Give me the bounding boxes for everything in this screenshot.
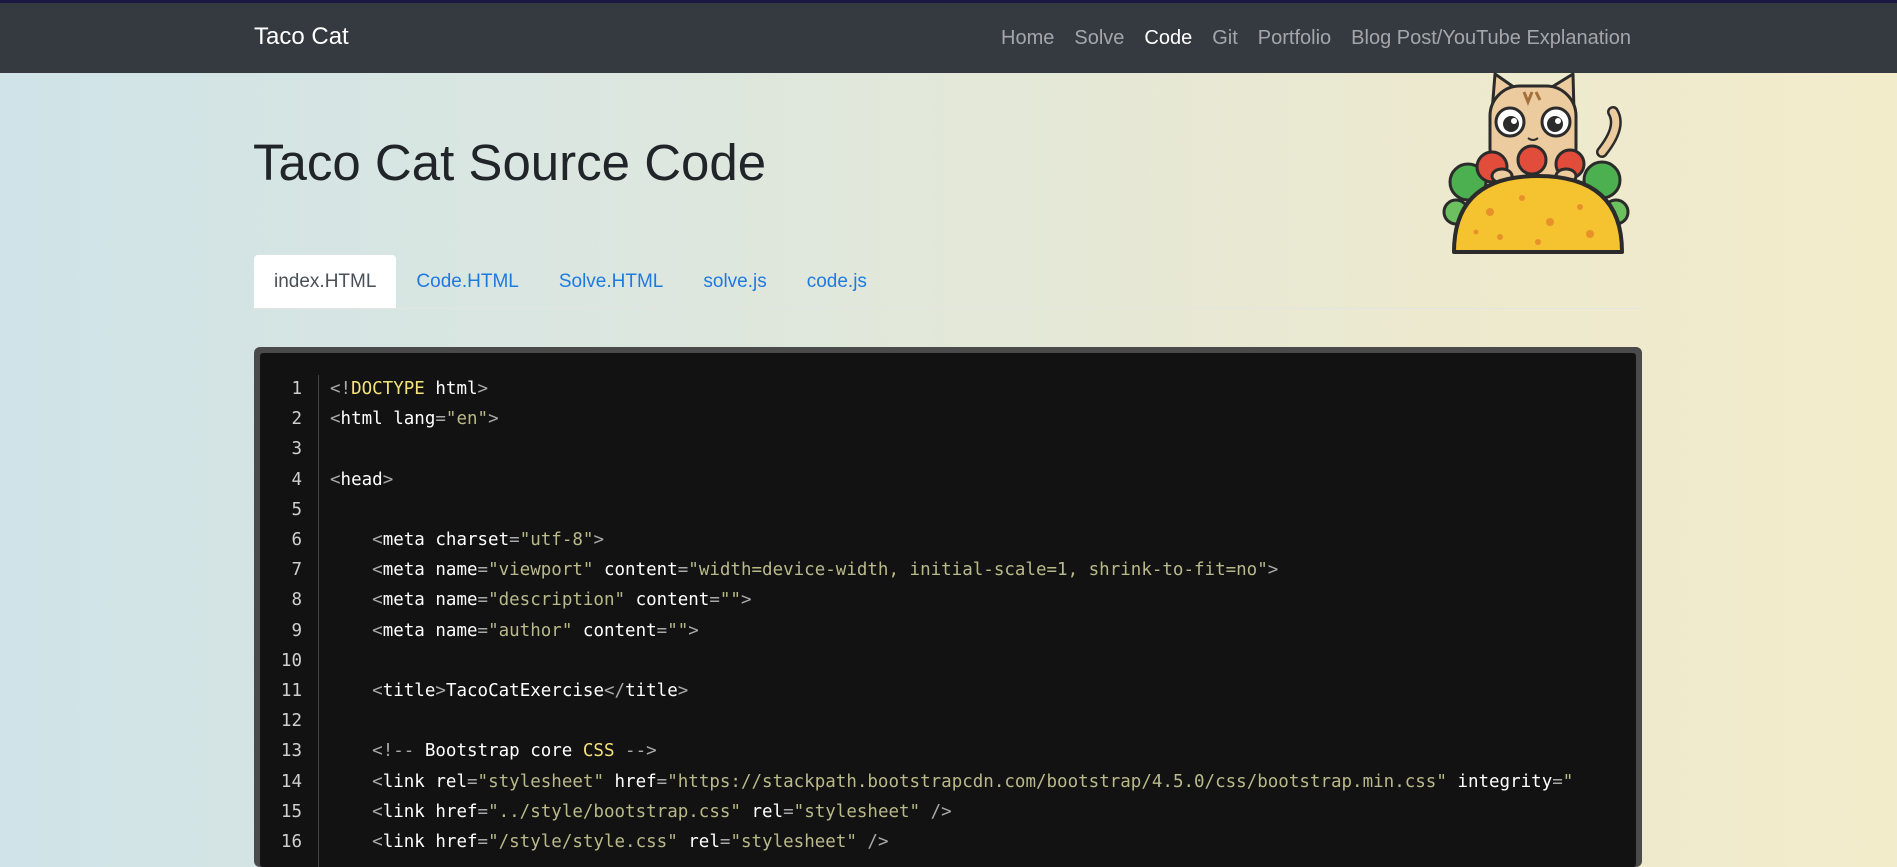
code-line: 15 <link href="../style/bootstrap.css" r… xyxy=(260,802,1636,832)
code-text: <meta charset="utf-8"> xyxy=(372,530,604,550)
line-number: 3 xyxy=(291,439,302,460)
code-text: <link href="../style/bootstrap.css" rel=… xyxy=(372,801,952,822)
code-text: <!DOCTYPE html> xyxy=(330,379,489,399)
nav-link-code[interactable]: Code xyxy=(1144,27,1192,50)
file-tabs: index.HTML Code.HTML Solve.HTML solve.js… xyxy=(254,255,1640,309)
code-line: 1 <!DOCTYPE html> xyxy=(260,379,1636,409)
navbar-brand[interactable]: Taco Cat xyxy=(254,23,349,51)
taco-cat-icon xyxy=(1442,72,1630,254)
tab-index-html[interactable]: index.HTML xyxy=(254,255,397,308)
line-number: 4 xyxy=(291,469,302,490)
code-line: 14 <link rel="stylesheet" href="https://… xyxy=(260,772,1636,802)
code-text: <!-- Bootstrap core CSS --> xyxy=(372,741,657,762)
nav-link-solve[interactable]: Solve xyxy=(1074,27,1124,50)
code-text: <title>TacoCatExercise</title> xyxy=(372,681,689,701)
line-number: 11 xyxy=(280,681,302,701)
line-number: 8 xyxy=(291,590,302,611)
line-number: 1 xyxy=(291,379,302,399)
code-line: 5 xyxy=(260,500,1636,530)
code-line: 4 <head> xyxy=(260,470,1636,500)
nav-link-home[interactable]: Home xyxy=(1001,27,1054,50)
code-text: <meta name="description" content=""> xyxy=(372,590,752,611)
tab-solve-html[interactable]: Solve.HTML xyxy=(539,255,684,308)
code-line: 11 <title>TacoCatExercise</title> xyxy=(260,681,1636,711)
line-number: 15 xyxy=(280,801,302,822)
code-line: 3 xyxy=(260,439,1636,469)
line-number: 7 xyxy=(291,560,302,581)
nav-link-git[interactable]: Git xyxy=(1212,27,1238,50)
nav-link-portfolio[interactable]: Portfolio xyxy=(1258,27,1331,50)
code-text: <html lang="en"> xyxy=(330,409,499,430)
tab-code-js[interactable]: code.js xyxy=(787,255,887,308)
code-line: 8 <meta name="description" content=""> xyxy=(260,590,1636,620)
line-number: 5 xyxy=(291,499,302,520)
code-viewer[interactable]: 1 <!DOCTYPE html> 2 <html lang="en"> 3 4 <head… xyxy=(254,347,1642,867)
code-line: 7 <meta name="viewport" content="width=d… xyxy=(260,560,1636,590)
line-number: 9 xyxy=(291,620,302,641)
code-text: <head> xyxy=(330,469,394,490)
line-number: 6 xyxy=(291,530,302,550)
nav-link-blog[interactable]: Blog Post/YouTube Explanation xyxy=(1351,27,1631,50)
code-text: <link href="/style/style.css" rel="style… xyxy=(372,832,889,852)
navbar: Taco Cat Home Solve Code Git Portfolio B… xyxy=(0,3,1897,73)
code-line: 9 <meta name="author" content=""> xyxy=(260,621,1636,651)
nav-links: Home Solve Code Git Portfolio Blog Post/… xyxy=(981,27,1631,50)
page-title: Taco Cat Source Code xyxy=(253,134,767,191)
code-line: 2 <html lang="en"> xyxy=(260,409,1636,439)
line-number: 10 xyxy=(280,650,302,671)
code-line: 13 <!-- Bootstrap core CSS --> xyxy=(260,741,1636,771)
code-text: <meta name="viewport" content="width=dev… xyxy=(372,560,1279,581)
code-block[interactable]: 1 <!DOCTYPE html> 2 <html lang="en"> 3 4 <head… xyxy=(260,353,1636,867)
code-line: 16 <link href="/style/style.css" rel="st… xyxy=(260,832,1636,862)
code-text: <meta name="author" content=""> xyxy=(372,620,699,641)
code-text: <link rel="stylesheet" href="https://sta… xyxy=(372,771,1574,792)
line-number: 2 xyxy=(291,409,302,430)
tab-code-html[interactable]: Code.HTML xyxy=(396,255,538,308)
line-number: 14 xyxy=(280,771,302,792)
code-line: 6 <meta charset="utf-8"> xyxy=(260,530,1636,560)
line-number: 16 xyxy=(280,832,302,852)
tab-solve-js[interactable]: solve.js xyxy=(683,255,786,308)
line-number: 13 xyxy=(280,741,302,762)
code-line: 10 xyxy=(260,651,1636,681)
code-line: 12 xyxy=(260,711,1636,741)
line-number: 12 xyxy=(280,711,302,732)
